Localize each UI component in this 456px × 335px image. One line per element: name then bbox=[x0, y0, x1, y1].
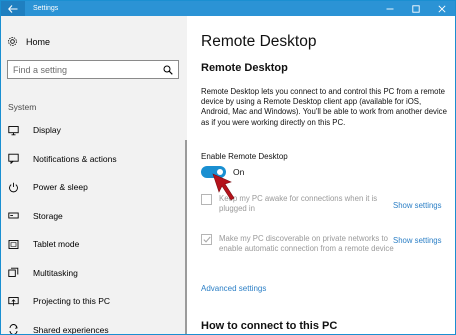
show-settings-link-2[interactable]: Show settings bbox=[393, 236, 442, 245]
back-button[interactable] bbox=[1, 1, 25, 16]
section-label: System bbox=[8, 102, 37, 112]
sidebar-item-label: Tablet mode bbox=[33, 239, 80, 250]
keep-awake-label: Keep my PC awake for connections when it… bbox=[219, 194, 378, 213]
home-nav-item[interactable]: Home bbox=[7, 36, 50, 47]
display-icon bbox=[8, 125, 19, 136]
notifications-icon bbox=[8, 153, 19, 165]
sidebar-item-shared-experiences[interactable]: Shared experiences bbox=[1, 316, 187, 335]
close-icon bbox=[438, 4, 446, 13]
sidebar: Home Find a setting System Display Notif… bbox=[1, 16, 187, 335]
sidebar-item-power-sleep[interactable]: Power & sleep bbox=[1, 173, 187, 202]
pointer-arrow-icon bbox=[212, 173, 235, 201]
home-label: Home bbox=[26, 36, 51, 47]
projecting-icon bbox=[8, 296, 19, 307]
discoverable-label: Make my PC discoverable on private netwo… bbox=[219, 234, 394, 253]
sidebar-item-multitasking[interactable]: Multitasking bbox=[1, 259, 187, 288]
maximize-button[interactable] bbox=[403, 1, 429, 16]
main-content: Remote Desktop Remote Desktop Remote Des… bbox=[187, 16, 455, 334]
sidebar-item-label: Display bbox=[33, 125, 61, 136]
nav-list: Display Notifications & actions Power & … bbox=[1, 116, 187, 335]
section-title: Remote Desktop bbox=[201, 62, 288, 74]
discoverable-checkbox[interactable] bbox=[201, 234, 212, 245]
how-to-connect-heading: How to connect to this PC bbox=[201, 320, 338, 332]
search-icon[interactable] bbox=[163, 65, 173, 75]
show-settings-link-1[interactable]: Show settings bbox=[393, 201, 442, 210]
sidebar-item-label: Shared experiences bbox=[33, 324, 109, 335]
storage-icon bbox=[8, 210, 19, 221]
settings-window: Settings Home Find a setting System Disp… bbox=[0, 0, 456, 335]
search-placeholder: Find a setting bbox=[13, 64, 68, 75]
sidebar-item-label: Storage bbox=[33, 210, 63, 221]
close-button[interactable] bbox=[429, 1, 455, 16]
title-bar: Settings bbox=[1, 1, 455, 16]
window-title: Settings bbox=[33, 5, 59, 12]
description-text: Remote Desktop lets you connect to and c… bbox=[201, 87, 447, 127]
advanced-settings-link[interactable]: Advanced settings bbox=[201, 284, 266, 293]
discoverable-option[interactable]: Make my PC discoverable on private netwo… bbox=[201, 234, 394, 254]
sidebar-item-label: Notifications & actions bbox=[33, 153, 117, 164]
sidebar-item-notifications[interactable]: Notifications & actions bbox=[1, 145, 187, 174]
page-title: Remote Desktop bbox=[201, 33, 317, 50]
window-controls bbox=[377, 1, 455, 16]
sidebar-item-storage[interactable]: Storage bbox=[1, 202, 187, 231]
maximize-icon bbox=[412, 4, 420, 13]
sidebar-item-tablet-mode[interactable]: Tablet mode bbox=[1, 230, 187, 259]
sidebar-item-projecting[interactable]: Projecting to this PC bbox=[1, 287, 187, 316]
tablet-icon bbox=[8, 239, 19, 250]
toggle-label: Enable Remote Desktop bbox=[201, 152, 288, 161]
minimize-icon bbox=[386, 8, 394, 9]
checkmark-icon bbox=[202, 236, 211, 243]
sidebar-item-label: Projecting to this PC bbox=[33, 296, 111, 307]
sidebar-item-label: Power & sleep bbox=[33, 182, 88, 193]
multitasking-icon bbox=[8, 267, 19, 278]
back-arrow-icon bbox=[8, 4, 18, 13]
shared-experiences-icon bbox=[8, 324, 19, 334]
power-icon bbox=[8, 182, 19, 193]
sidebar-item-label: Multitasking bbox=[33, 267, 78, 278]
search-input[interactable]: Find a setting bbox=[7, 60, 179, 79]
sidebar-item-display[interactable]: Display bbox=[1, 116, 187, 145]
gear-icon bbox=[7, 36, 18, 47]
minimize-button[interactable] bbox=[377, 1, 403, 16]
